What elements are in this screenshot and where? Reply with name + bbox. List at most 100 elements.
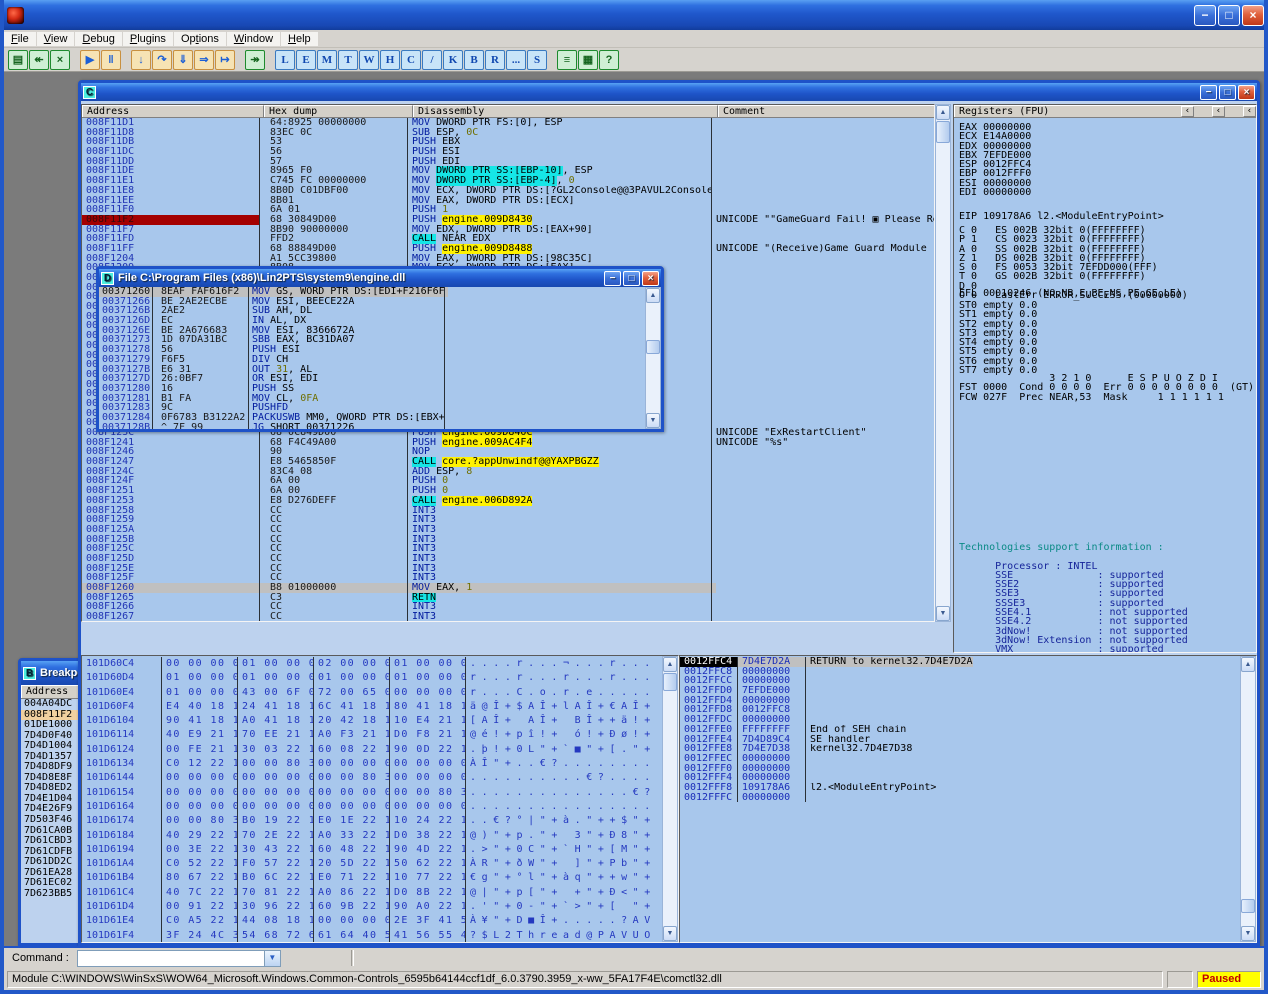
hex-dump-row[interactable]: 101D617400 00 80 3FB0 19 22 10E0 1E 22 1…: [82, 814, 661, 828]
hex-dump-row[interactable]: 101D6134C0 12 22 1000 00 80 3F00 00 00 0…: [82, 757, 661, 771]
hex-dump-row[interactable]: 101D61F43F 24 4C 3254 68 72 6561 64 40 5…: [82, 929, 661, 942]
disasm-row[interactable]: 008F11DD57PUSH EDI: [82, 157, 934, 167]
engine-dll-disasm-row[interactable]: 0037127BE6 31OUT 31, AL: [99, 365, 644, 375]
engine-dll-disasm-row[interactable]: 0037126B2AE2SUB AH, DL: [99, 306, 644, 316]
toolbar-button-animate-into[interactable]: ⇓: [173, 50, 193, 70]
engine-dll-disasm-row[interactable]: 00371281B1 FAMOV CL, 0FA: [99, 394, 644, 404]
engine-dll-title-bar[interactable]: D File C:\Program Files (x86)\Lin2PTS\sy…: [99, 269, 661, 287]
toolbar-button-animate-over[interactable]: ⇒: [194, 50, 214, 70]
toolbar-button-open[interactable]: ▤: [8, 50, 28, 70]
disasm-row[interactable]: 008F124F6A 00PUSH 0: [82, 476, 934, 486]
stack-row[interactable]: 0012FFE47D4D89C4SE handler: [680, 735, 1239, 745]
register-line[interactable]: EDI 00000000: [959, 188, 1254, 197]
disasm-row[interactable]: 008F11F268 30849D00PUSH engine.009D8430U…: [82, 215, 934, 225]
disasm-row[interactable]: 008F11FF68 88849D00PUSH engine.009D8488U…: [82, 244, 934, 254]
toolbar-button-view-executables[interactable]: E: [296, 50, 316, 70]
toolbar-button-view-windows[interactable]: W: [359, 50, 379, 70]
stack-row[interactable]: 0012FFE0FFFFFFFFEnd of SEH chain: [680, 725, 1239, 735]
hex-dump-row[interactable]: 101D612400 FE 21 1030 03 22 1060 08 22 1…: [82, 743, 661, 757]
menu-options[interactable]: Options: [174, 32, 226, 46]
toolbar-button-view-threads[interactable]: T: [338, 50, 358, 70]
stack-row[interactable]: 0012FFC800000000: [680, 667, 1239, 677]
hex-dump-row[interactable]: 101D615400 00 00 0000 00 00 0000 00 00 0…: [82, 786, 661, 800]
toolbar-button-appearance[interactable]: ▦: [578, 50, 598, 70]
engine-dll-disasm-row[interactable]: 003712840F6783 B3122A2PACKUSWB MM0, QWOR…: [99, 413, 644, 423]
hex-dump-row[interactable]: 101D60D401 00 00 0001 00 00 0001 00 00 0…: [82, 671, 661, 685]
stack-row[interactable]: 0012FFF400000000: [680, 773, 1239, 783]
toolbar-button-view-handles[interactable]: H: [380, 50, 400, 70]
stack-row[interactable]: 0012FFF000000000: [680, 764, 1239, 774]
registers-nav-button[interactable]: ‹: [1212, 106, 1225, 117]
engine-dll-disasm-row[interactable]: 00371279F6F5DIV CH: [99, 355, 644, 365]
command-combobox[interactable]: ▼: [77, 950, 281, 967]
engine-dll-disasm-row[interactable]: 0037127856PUSH ESI: [99, 345, 644, 355]
disasm-row[interactable]: 008F11DC56PUSH ESI: [82, 147, 934, 157]
hex-dump-row[interactable]: 101D618440 29 22 1070 2E 22 10A0 33 22 1…: [82, 829, 661, 843]
stack-scrollbar[interactable]: ▲ ▼: [1240, 656, 1256, 942]
disasm-row[interactable]: 008F11DB53PUSH EBX: [82, 137, 934, 147]
toolbar-button-view-run-trace[interactable]: ...: [506, 50, 526, 70]
disasm-row[interactable]: 008F11F06A 01PUSH 1: [82, 205, 934, 215]
disasm-row[interactable]: 008F11E88B0D C01DBF00MOV ECX, DWORD PTR …: [82, 186, 934, 196]
hex-dump-row[interactable]: 101D619400 3E 22 1030 43 22 1060 48 22 1…: [82, 843, 661, 857]
hex-dump-row[interactable]: 101D61B480 67 22 10B0 6C 22 10E0 71 22 1…: [82, 871, 661, 885]
disassembly-scrollbar[interactable]: ▲ ▼: [935, 104, 951, 622]
disasm-row[interactable]: 008F11F78B90 90000000MOV EDX, DWORD PTR …: [82, 225, 934, 235]
disasm-row[interactable]: 008F11FDFFD2CALL NEAR EDX: [82, 234, 934, 244]
hex-dump-row[interactable]: 101D61A4C0 52 22 10F0 57 22 1020 5D 22 1…: [82, 857, 661, 871]
engine-dll-minimize-button[interactable]: −: [604, 271, 621, 286]
toolbar-button-windows-list[interactable]: ≡: [557, 50, 577, 70]
disasm-row[interactable]: 008F125BCCINT3: [82, 535, 934, 545]
stack-row[interactable]: 0012FFC47D4E7D2ARETURN to kernel32.7D4E7…: [680, 657, 1239, 667]
scroll-down-button[interactable]: ▼: [663, 926, 677, 941]
command-dropdown-button[interactable]: ▼: [264, 951, 280, 966]
engine-dll-window-icon[interactable]: D: [101, 272, 114, 285]
stack-row[interactable]: 0012FFD400000000: [680, 696, 1239, 706]
engine-dll-disasm-row[interactable]: 00371266BE 2AE2ECBEMOV ESI, BEECE22A: [99, 297, 644, 307]
scroll-thumb[interactable]: [936, 121, 950, 143]
register-line[interactable]: EIP 109178A6 l2.<ModuleEntryPoint>: [959, 212, 1254, 221]
engine-dll-disasm-row[interactable]: 0037128B^ 7F 99JG SHORT 00371226: [99, 423, 644, 429]
cpu-title-bar[interactable]: C − □ ×: [81, 83, 1257, 101]
hex-dump-row[interactable]: 101D61E4C0 A5 22 1044 08 18 1000 00 00 0…: [82, 914, 661, 928]
toolbar-button-step-over[interactable]: ↷: [152, 50, 172, 70]
scroll-thumb[interactable]: [646, 340, 660, 354]
fpu-control-line[interactable]: FCW 027F Prec NEAR,53 Mask 1 1 1 1 1 1: [959, 393, 1254, 402]
disasm-row[interactable]: 008F12516A 00PUSH 0: [82, 486, 934, 496]
hex-dump-scrollbar[interactable]: ▲ ▼: [662, 656, 678, 942]
toolbar-button-close-process[interactable]: ×: [50, 50, 70, 70]
scroll-up-button[interactable]: ▲: [1241, 657, 1255, 672]
stack-row[interactable]: 0012FFEC00000000: [680, 754, 1239, 764]
registers-nav-button[interactable]: ‹: [1181, 106, 1194, 117]
menu-plugins[interactable]: Plugins: [123, 32, 173, 46]
title-bar[interactable]: − □ ×: [0, 0, 1268, 30]
scroll-thumb[interactable]: [663, 673, 677, 691]
toolbar-button-restart[interactable]: ↞: [29, 50, 49, 70]
disasm-row[interactable]: 008F125DCCINT3: [82, 554, 934, 564]
disasm-row[interactable]: 008F1204A1 5CC39800MOV EAX, DWORD PTR DS…: [82, 254, 934, 264]
disasm-row[interactable]: 008F1258CCINT3: [82, 506, 934, 516]
flag-line[interactable]: T 0 GS 002B 32bit 0(FFFFFFFF): [959, 272, 1254, 281]
cpu-window-icon[interactable]: C: [83, 86, 96, 99]
hex-dump-row[interactable]: 101D61D400 91 22 1030 96 22 1060 9B 22 1…: [82, 900, 661, 914]
stack-row[interactable]: 0012FFFC00000000: [680, 793, 1239, 803]
scroll-up-button[interactable]: ▲: [646, 288, 660, 303]
stack-row[interactable]: 0012FFD80012FFC8: [680, 705, 1239, 715]
toolbar-button-step-into[interactable]: ↓: [131, 50, 151, 70]
scroll-down-button[interactable]: ▼: [1241, 926, 1255, 941]
toolbar-button-view-memory[interactable]: M: [317, 50, 337, 70]
toolbar-button-pause[interactable]: ‖: [101, 50, 121, 70]
engine-dll-close-button[interactable]: ×: [642, 271, 659, 286]
disasm-row[interactable]: 008F124C83C4 08ADD ESP, 8: [82, 467, 934, 477]
hex-dump-row[interactable]: 101D611440 E9 21 1070 EE 21 10A0 F3 21 1…: [82, 728, 661, 742]
toolbar-button-view-references[interactable]: R: [485, 50, 505, 70]
hex-dump-row[interactable]: 101D60C400 00 00 0001 00 00 0002 00 00 0…: [82, 657, 661, 671]
menu-help[interactable]: Help: [281, 32, 318, 46]
toolbar-button-execute-till-user-code[interactable]: ↠: [245, 50, 265, 70]
toolbar-button-view-source[interactable]: S: [527, 50, 547, 70]
register-line[interactable]: EFL 00010246 (NO,NB,E,BE,NS,PE,GE,LE): [959, 289, 1254, 298]
stack-row[interactable]: 0012FFE87D4E7D38kernel32.7D4E7D38: [680, 744, 1239, 754]
engine-dll-disasm-row[interactable]: 003712839CPUSHFD: [99, 403, 644, 413]
toolbar-button-execute-till-return[interactable]: ↦: [215, 50, 235, 70]
disasm-row[interactable]: 008F1267CCINT3: [82, 612, 934, 622]
